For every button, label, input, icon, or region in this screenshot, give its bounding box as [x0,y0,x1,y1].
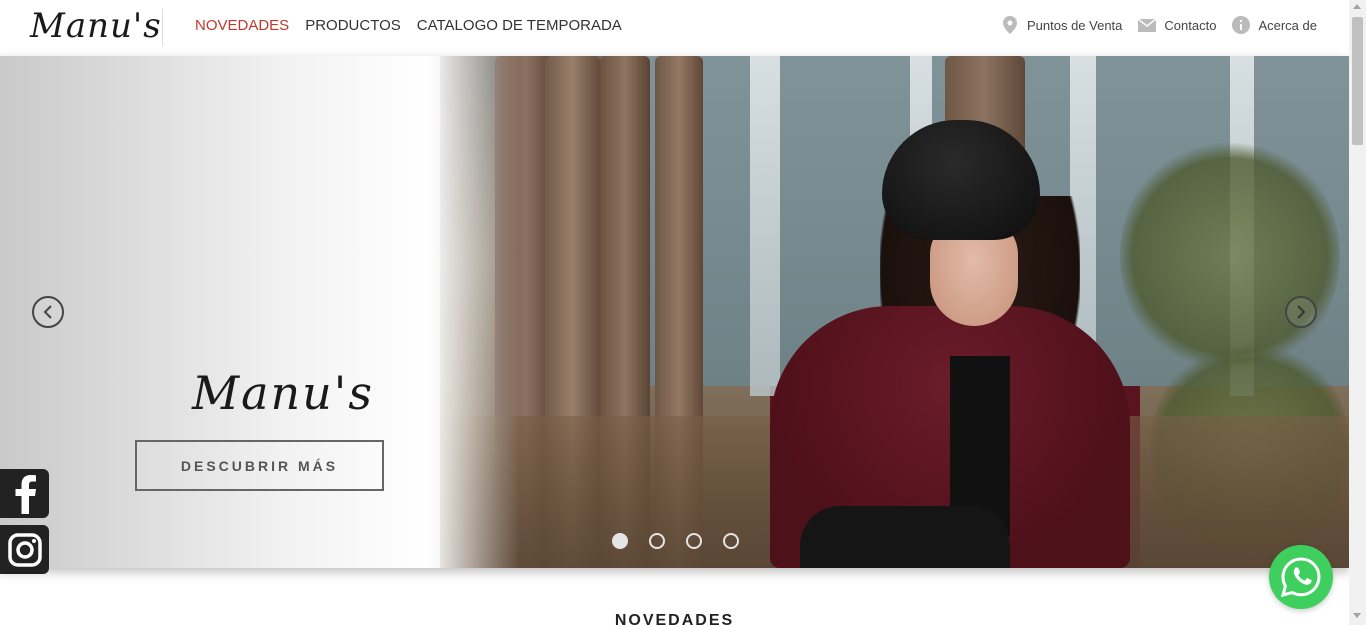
link-label: Contacto [1164,17,1217,33]
slider-pagination [612,533,739,549]
facebook-button[interactable] [0,469,49,518]
discover-more-button[interactable]: DESCUBRIR MÁS [135,440,384,491]
map-pin-icon [1001,16,1019,34]
facebook-icon [15,474,36,514]
hero-brand-logo: Manu's [192,366,375,420]
hero-image-detail [750,56,780,396]
utility-links: Puntos de Venta Contacto Acerca de [1001,16,1317,34]
slider-dot-4[interactable] [723,533,739,549]
slider-dot-3[interactable] [686,533,702,549]
whatsapp-icon [1280,557,1321,598]
chevron-right-icon [1297,305,1306,319]
slider-dot-2[interactable] [649,533,665,549]
logo[interactable]: Manu's [30,6,162,46]
scroll-up-arrow-icon[interactable] [1353,4,1361,9]
link-label: Puntos de Venta [1026,17,1123,33]
site-header: Manu's NOVEDADES PRODUCTOS CATALOGO DE T… [0,0,1349,56]
section-title-novedades: NOVEDADES [614,612,735,625]
instagram-button[interactable] [0,525,49,574]
vertical-scrollbar[interactable] [1349,0,1366,625]
hero-slider: Manu's DESCUBRIR MÁS [0,56,1349,568]
slider-next-button[interactable] [1285,296,1317,328]
slider-prev-button[interactable] [32,296,64,328]
page: Manu's NOVEDADES PRODUCTOS CATALOGO DE T… [0,0,1366,625]
envelope-icon [1138,16,1157,34]
scrollbar-thumb[interactable] [1352,17,1363,145]
whatsapp-button[interactable] [1269,545,1333,609]
hero-gradient-overlay [0,56,520,568]
chevron-left-icon [43,305,52,319]
logo-divider [162,9,163,46]
nav-item-catalogo[interactable]: CATALOGO DE TEMPORADA [417,17,622,34]
instagram-icon [7,532,42,567]
nav-item-novedades[interactable]: NOVEDADES [195,17,289,34]
link-puntos-de-venta[interactable]: Puntos de Venta [1001,16,1122,34]
link-contacto[interactable]: Contacto [1138,16,1216,34]
scroll-down-arrow-icon[interactable] [1353,613,1361,618]
slider-dot-1[interactable] [612,533,628,549]
link-acerca-de[interactable]: Acerca de [1232,16,1317,34]
hero-image-detail [800,506,1010,568]
info-icon [1232,16,1251,34]
nav-item-productos[interactable]: PRODUCTOS [305,17,401,34]
main-nav: NOVEDADES PRODUCTOS CATALOGO DE TEMPORAD… [195,17,622,34]
link-label: Acerca de [1258,17,1317,33]
